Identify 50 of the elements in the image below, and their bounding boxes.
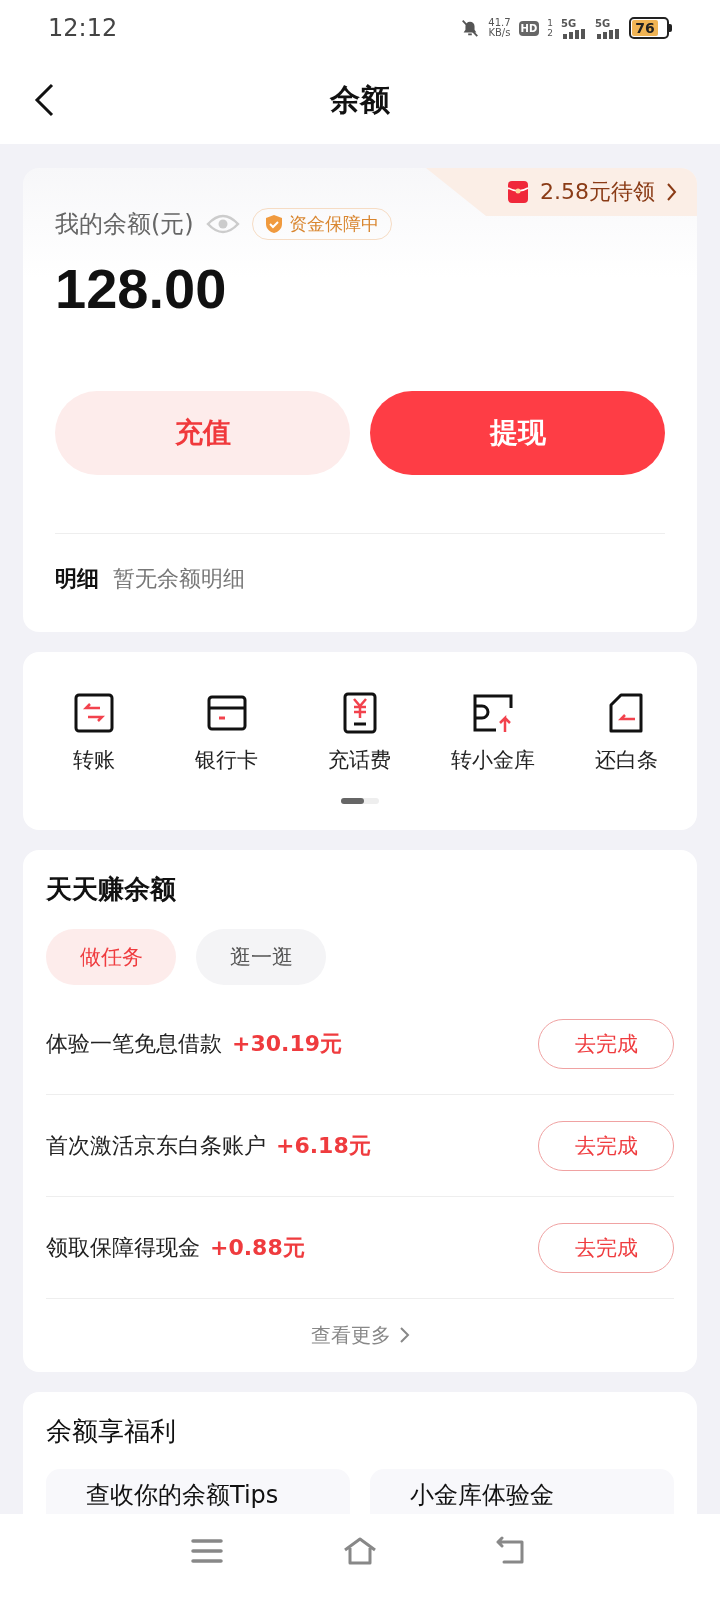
task-text: 首次激活京东白条账户 +6.18元 xyxy=(46,1131,371,1160)
chevron-right-icon xyxy=(665,182,677,202)
section-title: 天天赚余额 xyxy=(46,873,177,906)
signal-icon xyxy=(595,28,621,39)
benefit-title: 小金库体验金 xyxy=(410,1481,554,1509)
network-type: 5G xyxy=(595,17,612,29)
shortcut-item[interactable]: 还白条 xyxy=(566,692,687,774)
page-title: 余额 xyxy=(330,80,390,119)
vault-transfer-icon xyxy=(472,692,515,734)
badge-text: 资金保障中 xyxy=(288,212,379,236)
sim-label: 1 xyxy=(547,18,553,28)
network-speed-unit: KB/s xyxy=(488,28,511,38)
withdraw-button[interactable]: 提现 xyxy=(370,391,665,475)
task-text: 领取保障得现金 +0.88元 xyxy=(46,1233,305,1262)
hd-badge: HD xyxy=(518,20,540,36)
chevron-right-icon xyxy=(398,1326,410,1344)
status-time: 12:12 xyxy=(48,14,118,42)
network-type: 5G xyxy=(561,17,578,29)
complete-button[interactable]: 去完成 xyxy=(538,1120,674,1171)
benefit-card[interactable]: 小金库体验金 xyxy=(370,1469,674,1514)
balance-amount: 128.00 xyxy=(55,256,228,321)
complete-button[interactable]: 去完成 xyxy=(538,1222,674,1273)
section-title: 余额享福利 xyxy=(46,1415,177,1448)
signal-icon xyxy=(561,28,587,39)
filter-tab[interactable]: 逛一逛 xyxy=(196,929,326,985)
benefit-card[interactable]: 查收你的余额Tips xyxy=(46,1469,350,1514)
envelope-icon xyxy=(506,180,530,204)
transfer-icon xyxy=(72,692,115,734)
battery-level: 76 xyxy=(632,20,658,36)
back-icon[interactable] xyxy=(32,82,56,118)
shortcut-item[interactable]: 转账 xyxy=(33,692,154,774)
shortcut-item[interactable]: 充话费 xyxy=(299,692,420,774)
balance-label: 我的余额(元) xyxy=(55,209,194,240)
sim-label: 2 xyxy=(547,28,553,38)
benefit-title: 查收你的余额Tips xyxy=(86,1481,279,1509)
home-icon[interactable] xyxy=(343,1536,377,1566)
page-indicator xyxy=(341,798,379,804)
promo-banner[interactable]: 2.58元待领 xyxy=(426,168,697,216)
mute-bell-icon xyxy=(460,18,481,38)
details-empty-text: 暂无余额明细 xyxy=(113,565,245,593)
complete-button[interactable]: 去完成 xyxy=(538,1018,674,1069)
task-text: 体验一笔免息借款 +30.19元 xyxy=(46,1029,343,1058)
network-speed: 41.7 xyxy=(488,18,511,28)
shortcut-item[interactable]: 银行卡 xyxy=(166,692,287,774)
details-label: 明细 xyxy=(55,565,99,593)
menu-icon[interactable] xyxy=(189,1536,224,1566)
see-more-link[interactable]: 查看更多 xyxy=(310,1321,391,1349)
shield-icon xyxy=(264,214,283,234)
promo-text: 2.58元待领 xyxy=(540,178,655,206)
shortcut-item[interactable]: 转小金库 xyxy=(433,692,554,774)
